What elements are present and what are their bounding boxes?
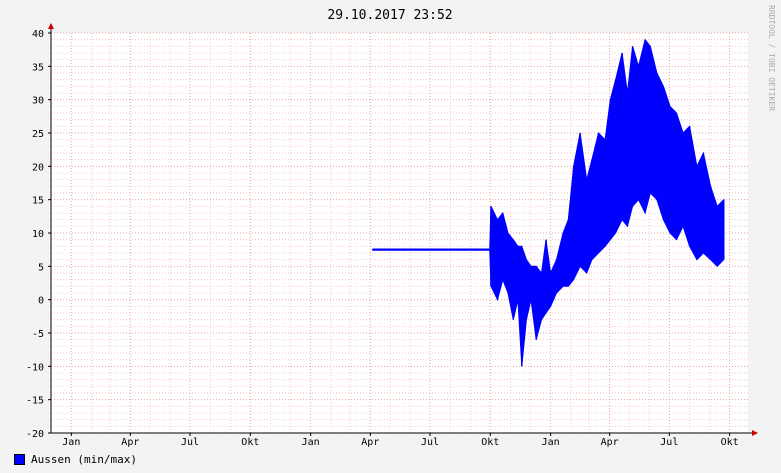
x-tick-label: Apr	[121, 437, 139, 448]
chart-title: 29.10.2017 23:52	[327, 8, 452, 23]
y-tick-label: 20	[32, 162, 44, 173]
legend-label: Aussen (min/max)	[31, 452, 137, 466]
x-tick-label: Jan	[62, 437, 80, 448]
x-tick-label: Jul	[181, 437, 199, 448]
y-tick-label: 40	[32, 29, 44, 40]
y-tick-label: 15	[32, 196, 44, 207]
x-tick-label: Okt	[241, 437, 259, 448]
legend-swatch	[14, 453, 25, 465]
y-tick-label: 25	[32, 129, 44, 140]
x-tick-label: Jan	[542, 437, 560, 448]
x-tick-label: Okt	[481, 437, 499, 448]
x-tick-label: Okt	[721, 437, 739, 448]
x-tick-label: Jul	[660, 437, 678, 448]
rrdtool-watermark: RRDTOOL / TOBI OETIKER	[767, 5, 776, 111]
x-tick-label: Jul	[421, 437, 439, 448]
x-tick-label: Jan	[302, 437, 320, 448]
y-tick-label: 30	[32, 96, 44, 107]
y-tick-label: 0	[38, 296, 44, 307]
y-tick-label: -5	[32, 329, 44, 340]
x-tick-label: Apr	[361, 437, 379, 448]
legend: Aussen (min/max)	[14, 452, 137, 466]
chart-svg: -20 -15 -10 -5 0 5 10 15 20 25 30 35 40 Jan Apr Jul Okt…	[0, 0, 781, 473]
y-tick-label: 10	[32, 229, 44, 240]
y-tick-label: 35	[32, 62, 44, 73]
y-tick-label: 5	[38, 262, 44, 273]
y-tick-label: -15	[26, 396, 44, 407]
y-tick-label: -10	[26, 362, 44, 373]
y-tick-label: -20	[26, 429, 44, 440]
x-tick-label: Apr	[601, 437, 619, 448]
